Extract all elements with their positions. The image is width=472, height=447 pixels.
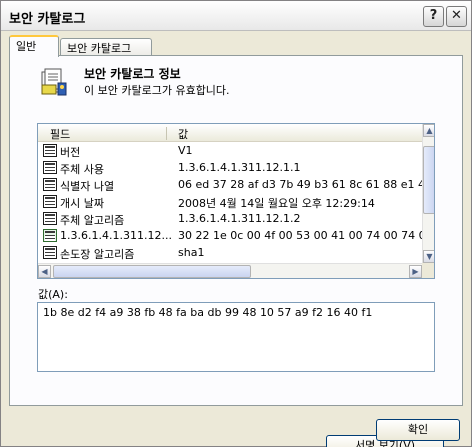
- row-field: 주체 사용: [60, 163, 104, 176]
- row-value: 2008년 4월 14일 월요일 오후 12:29:14: [178, 197, 375, 210]
- scroll-right-icon[interactable]: ▶: [409, 265, 422, 278]
- list-row[interactable]: 식별자 나열 06 ed 37 28 af d3 7b 49 b3 61 8c …: [38, 177, 432, 193]
- row-field: 손도장 알고리즘: [60, 248, 135, 261]
- row-value: V1: [178, 144, 193, 157]
- horizontal-scrollbar[interactable]: ◀ ▶: [38, 263, 422, 278]
- row-value: sha1: [178, 246, 205, 259]
- value-textbox[interactable]: 1b 8e d2 f4 a9 38 fb 48 fa ba db 99 48 1…: [37, 302, 435, 372]
- field-icon: [43, 212, 57, 225]
- extension-icon: [43, 229, 57, 242]
- value-label: 값(A):: [38, 288, 68, 301]
- help-button[interactable]: ?: [423, 6, 444, 27]
- list-row[interactable]: 주체 알고리즘 1.3.6.1.4.1.311.12.1.2: [38, 211, 422, 227]
- row-field: 주체 알고리즘: [60, 214, 125, 227]
- field-list[interactable]: 필드 값 버전 V1 주체 사용 1.3.6.1.4.1.311.12.1.1 …: [37, 123, 435, 279]
- row-field: 버전: [60, 146, 81, 159]
- catalog-valid-message: 이 보안 카탈로그가 유효합니다.: [84, 84, 230, 97]
- list-row[interactable]: 1.3.6.1.4.1.311.12... 30 22 1e 0c 00 4f …: [38, 228, 433, 244]
- list-row[interactable]: 개시 날짜 2008년 4월 14일 월요일 오후 12:29:14: [38, 194, 422, 210]
- horizontal-scroll-thumb[interactable]: [53, 265, 251, 278]
- column-header-field[interactable]: 필드: [50, 126, 70, 142]
- row-value: 1.3.6.1.4.1.311.12.1.2: [178, 212, 301, 225]
- scrollbar-corner: [422, 263, 434, 278]
- list-header: 필드 값: [38, 124, 422, 142]
- row-field: 개시 날짜: [60, 197, 104, 210]
- row-value: 30 22 1e 0c 00 4f 00 53 00 41 00 74 00 7…: [178, 229, 433, 242]
- scroll-down-icon[interactable]: ▼: [423, 250, 434, 263]
- column-header-value[interactable]: 값: [178, 126, 188, 142]
- list-row[interactable]: 버전 V1: [38, 143, 422, 159]
- field-icon: [43, 144, 57, 157]
- tab-general[interactable]: 일반: [9, 35, 59, 57]
- ok-button[interactable]: 확인: [376, 419, 460, 441]
- list-row[interactable]: 손도장 알고리즘 sha1: [38, 245, 422, 261]
- vertical-scroll-thumb[interactable]: [423, 146, 434, 214]
- list-row[interactable]: 주체 사용 1.3.6.1.4.1.311.12.1.1: [38, 160, 422, 176]
- tab-panel-general: 보안 카탈로그 정보 이 보안 카탈로그가 유효합니다. 필드 값 버전 V1 …: [9, 55, 463, 447]
- field-icon: [43, 178, 57, 191]
- catalog-icon: [41, 68, 67, 96]
- column-divider[interactable]: [166, 127, 167, 140]
- title-bar: 보안 카탈로그 ? ✕: [1, 1, 471, 31]
- scroll-up-icon[interactable]: ▲: [423, 124, 434, 137]
- close-button[interactable]: ✕: [446, 6, 467, 27]
- row-value: 06 ed 37 28 af d3 7b 49 b3 61 8c 61 88 e…: [178, 178, 433, 191]
- vertical-scrollbar[interactable]: ▲ ▼: [422, 124, 434, 263]
- field-icon: [43, 161, 57, 174]
- row-value: 1.3.6.1.4.1.311.12.1.1: [178, 161, 301, 174]
- tab-security-catalog[interactable]: 보안 카탈로그: [60, 38, 152, 56]
- window-title: 보안 카탈로그: [9, 12, 86, 27]
- field-icon: [43, 246, 57, 259]
- row-field: 식별자 나열: [60, 180, 115, 193]
- scroll-left-icon[interactable]: ◀: [38, 265, 51, 278]
- row-field: 1.3.6.1.4.1.311.12...: [60, 229, 172, 242]
- catalog-info-title: 보안 카탈로그 정보: [84, 67, 181, 81]
- field-icon: [43, 195, 57, 208]
- dialog-window: 보안 카탈로그 ? ✕ 일반 보안 카탈로그 보안 카탈로그 정보 이 보안 카…: [0, 0, 472, 447]
